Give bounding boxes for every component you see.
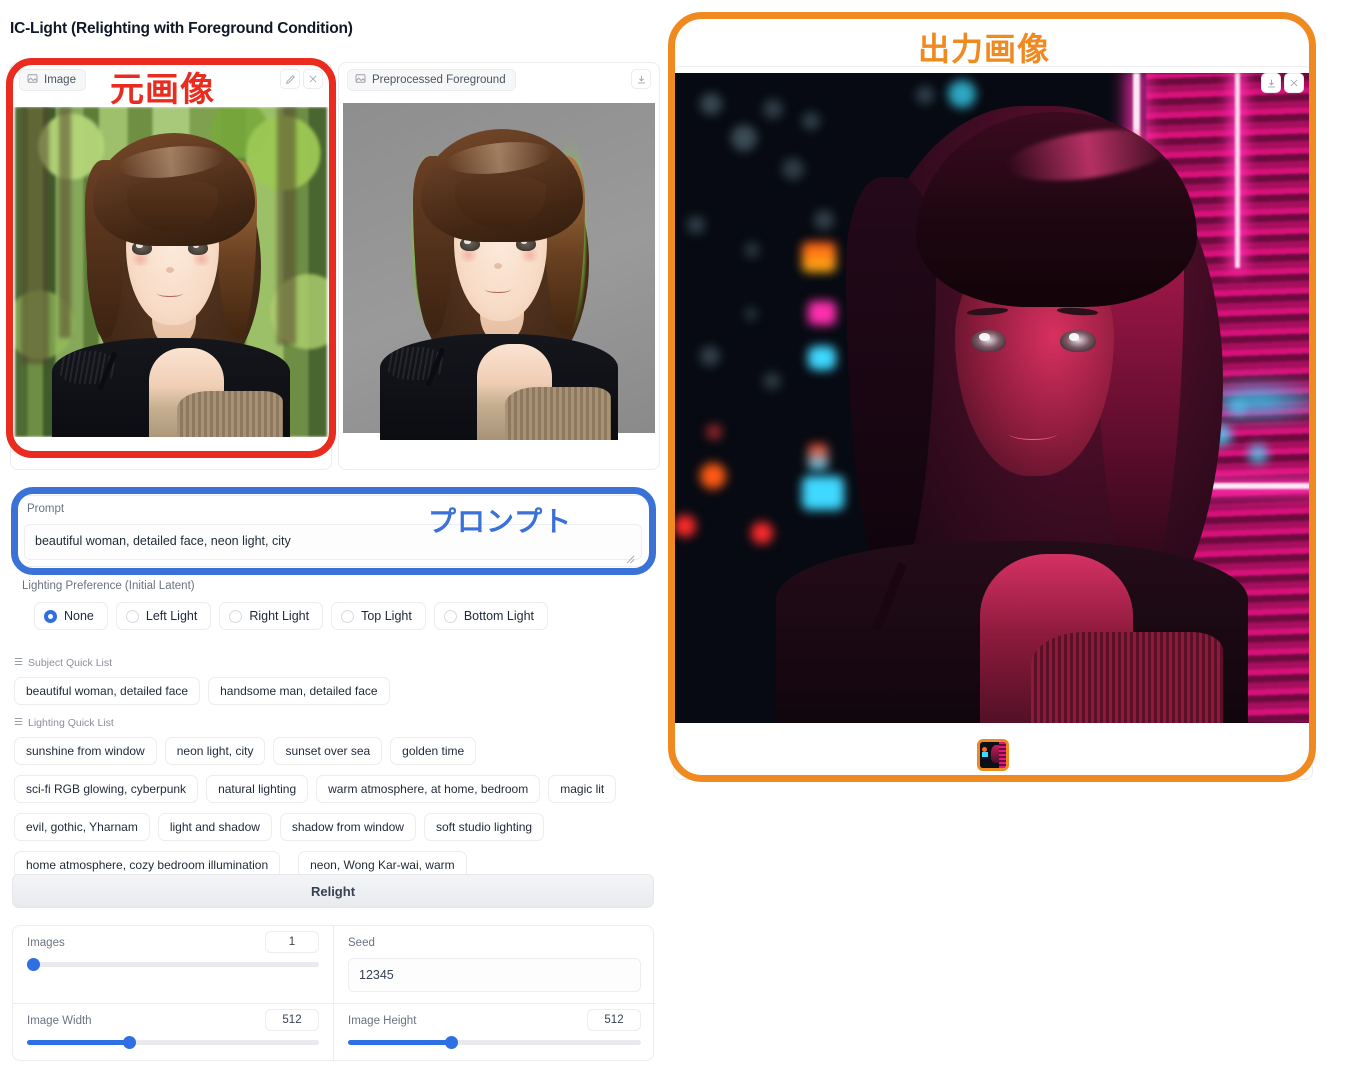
subject-chip[interactable]: handsome man, detailed face [208,677,390,705]
subject-chip-row[interactable]: beautiful woman, detailed face handsome … [14,677,664,705]
image-height-label: Image Height [348,1015,417,1027]
radio-option-bottom-light[interactable]: Bottom Light [433,602,549,630]
source-image-panel[interactable]: Image [10,62,332,470]
prompt-label: Prompt [27,503,65,515]
source-image-header: Image [19,69,86,91]
image-height-cell: Image Height 512 [334,1004,655,1062]
lighting-chip[interactable]: sunshine from window [14,737,157,765]
image-width-label: Image Width [27,1015,92,1027]
download-icon[interactable] [631,69,651,89]
radio-label: Bottom Light [463,609,535,623]
images-label: Images [27,937,65,949]
image-height-value[interactable]: 512 [587,1009,641,1031]
source-image-tools[interactable] [280,69,323,89]
output-image-panel[interactable] [673,66,1313,780]
source-image-label: Image [44,74,76,86]
radio-label: Top Light [361,609,412,623]
images-slider-cell: Images 1 [13,926,334,1004]
seed-label: Seed [348,937,375,949]
resize-grip-icon[interactable] [626,551,635,564]
annotation-label-output-image: 出力画像 [918,31,1051,67]
lighting-preference-options[interactable]: None Left Light Right Light Top Light Bo… [34,602,549,630]
radio-dot-icon [44,609,57,623]
seed-cell: Seed [334,926,655,1004]
close-icon[interactable] [1284,73,1304,93]
lighting-chip[interactable]: shadow from window [279,813,416,841]
lighting-quick-list-label: Lighting Quick List [28,717,114,729]
lighting-chip[interactable]: soft studio lighting [423,813,545,841]
lighting-chip[interactable]: natural lighting [206,775,309,803]
lighting-preference-label: Lighting Preference (Initial Latent) [22,580,195,592]
preprocessed-foreground-art [343,103,655,440]
source-image-art [15,107,327,437]
annotation-label-prompt: プロンプト [428,506,573,537]
pencil-icon[interactable] [280,69,300,89]
radio-dot-icon [229,609,243,623]
image-height-slider[interactable] [348,1036,641,1049]
images-slider[interactable] [27,958,319,971]
list-icon [14,657,23,669]
parameters-grid: Images 1 Seed Image Width 512 Image Heig… [12,925,655,1062]
preprocessed-foreground-header: Preprocessed Foreground [347,69,516,91]
subject-quick-list-header[interactable]: Subject Quick List [14,657,664,669]
images-value[interactable]: 1 [265,931,319,953]
output-thumbnail[interactable] [977,739,1009,771]
output-image-art [674,73,1312,723]
lighting-chip[interactable]: evil, gothic, Yharnam [14,813,150,841]
image-icon [27,73,38,87]
radio-option-left-light[interactable]: Left Light [115,602,212,630]
radio-label: Left Light [145,609,198,623]
list-icon [14,717,23,729]
output-image-tools[interactable] [1261,73,1304,93]
preprocessed-foreground-label: Preprocessed Foreground [372,74,506,86]
lighting-chip[interactable]: sunset over sea [273,737,383,765]
lighting-chip[interactable]: magic lit [548,775,617,803]
radio-dot-icon [125,609,139,623]
lighting-chip[interactable]: golden time [390,737,477,765]
preprocessed-foreground-tools[interactable] [631,69,651,89]
image-width-cell: Image Width 512 [13,1004,334,1062]
output-thumbnail-strip[interactable] [674,731,1312,779]
lighting-chip[interactable]: sci-fi RGB glowing, cyberpunk [14,775,199,803]
source-image-preview[interactable] [12,107,330,437]
subject-quick-list: Subject Quick List beautiful woman, deta… [14,657,664,705]
page-title: IC-Light (Relighting with Foreground Con… [10,20,353,37]
radio-label: Right Light [249,609,310,623]
image-width-value[interactable]: 512 [265,1009,319,1031]
lighting-quick-list: Lighting Quick List sunshine from window… [14,717,664,879]
radio-option-none[interactable]: None [34,602,108,630]
preprocessed-foreground-preview[interactable] [340,95,658,443]
annotation-label-source-image: 元画像 [110,71,215,109]
radio-label: None [64,609,94,623]
close-icon[interactable] [303,69,323,89]
download-icon[interactable] [1261,73,1281,93]
subject-chip[interactable]: beautiful woman, detailed face [14,677,201,705]
radio-dot-icon [443,609,457,623]
lighting-chip[interactable]: light and shadow [157,813,272,841]
seed-input[interactable] [348,958,641,992]
radio-option-right-light[interactable]: Right Light [219,602,324,630]
lighting-chip[interactable]: neon light, city [164,737,266,765]
lighting-preference-group: Lighting Preference (Initial Latent) Non… [14,578,650,640]
lighting-quick-list-header[interactable]: Lighting Quick List [14,717,664,729]
subject-quick-list-label: Subject Quick List [28,657,113,669]
relight-button-label: Relight [310,883,356,899]
lighting-chip-row[interactable]: sunshine from window neon light, city su… [14,737,664,879]
relight-button[interactable]: Relight [12,874,654,908]
output-image-preview[interactable] [674,73,1312,723]
image-width-slider[interactable] [27,1036,319,1049]
lighting-chip[interactable]: warm atmosphere, at home, bedroom [316,775,541,803]
radio-dot-icon [341,609,355,623]
radio-option-top-light[interactable]: Top Light [331,602,426,630]
preprocessed-foreground-panel[interactable]: Preprocessed Foreground [338,62,660,470]
image-icon [355,73,366,87]
